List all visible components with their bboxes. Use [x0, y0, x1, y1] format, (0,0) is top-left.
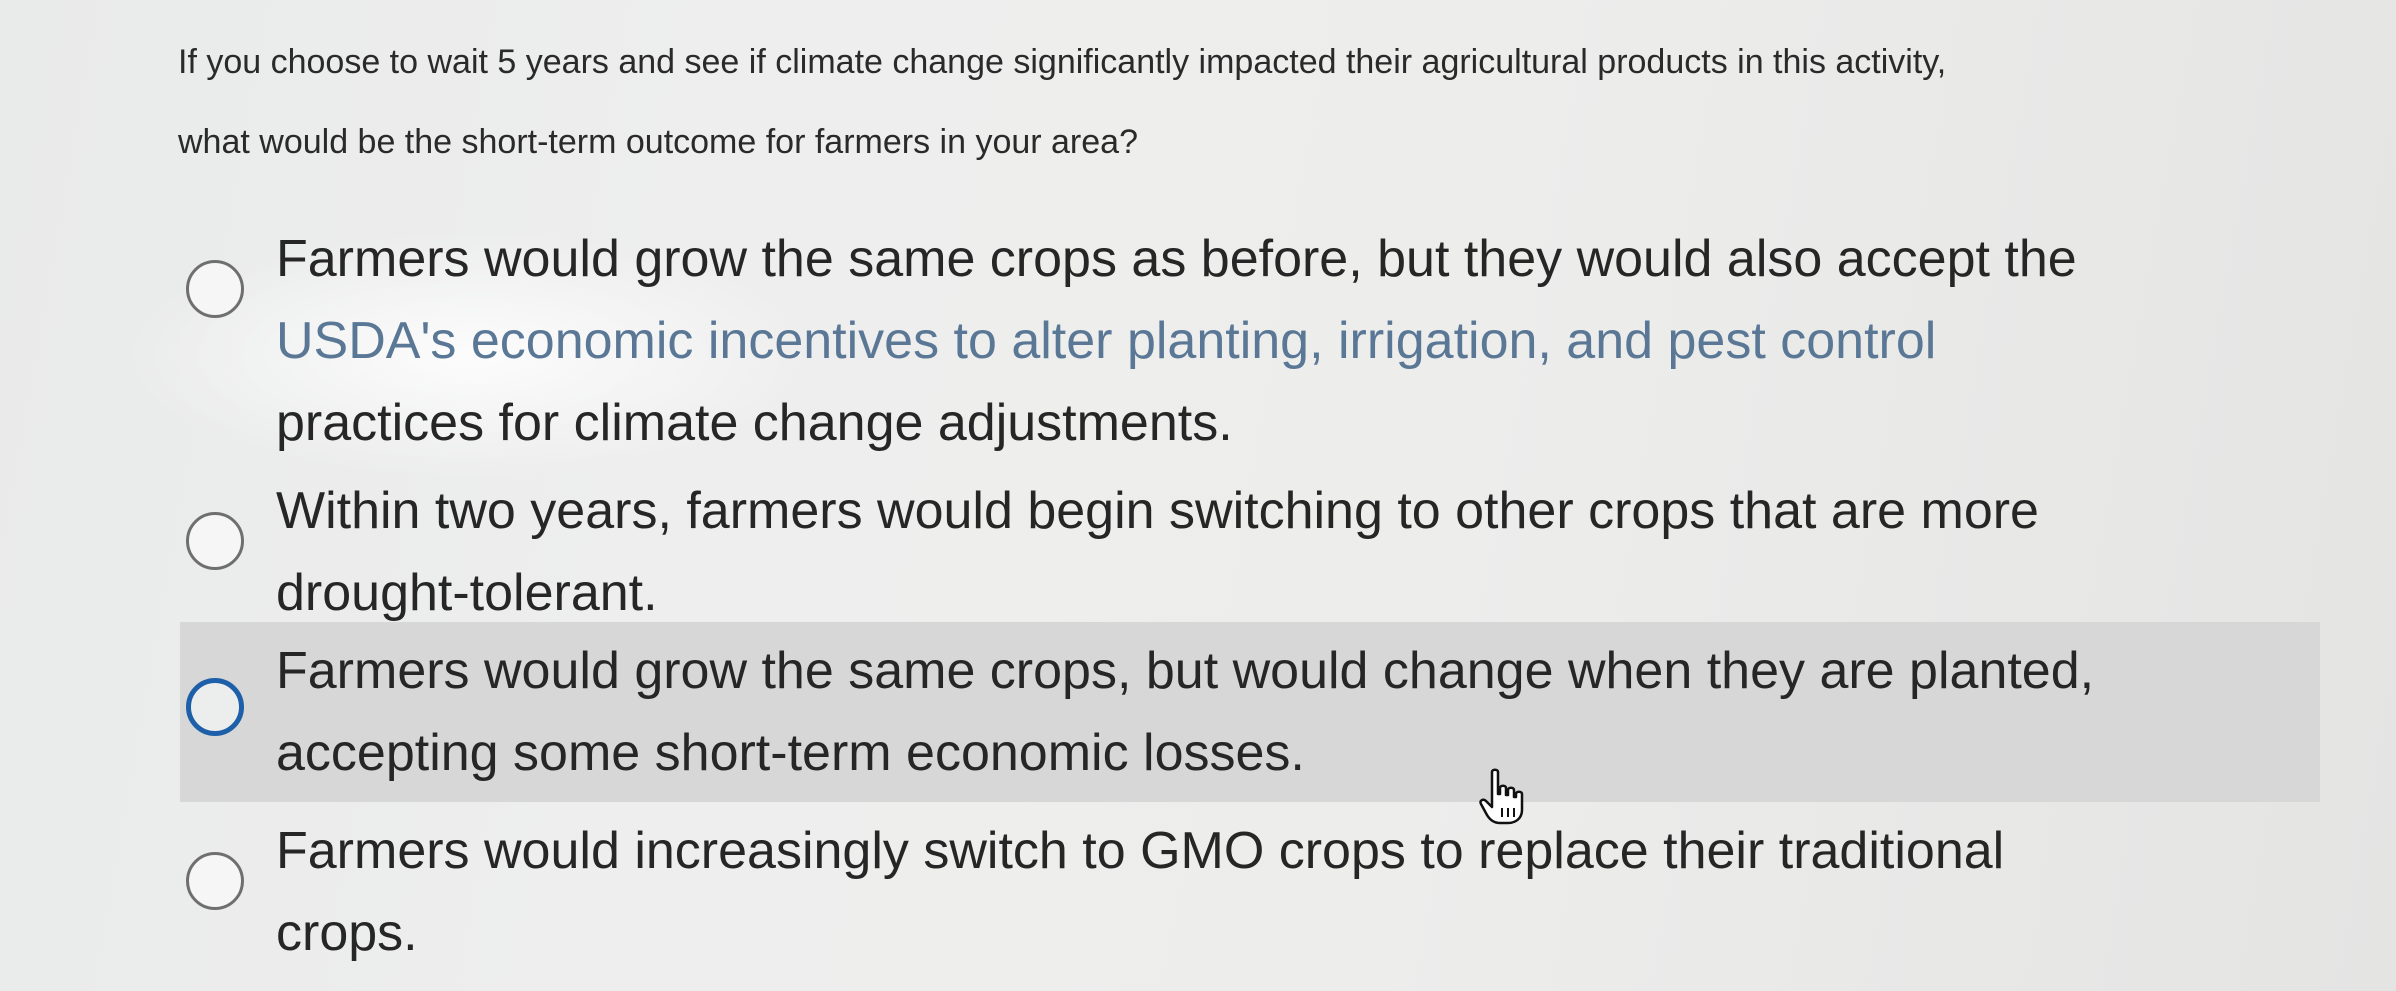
option-1-line-3: practices for climate change adjustments…: [276, 394, 1233, 452]
option-1-line-1: Farmers would grow the same crops as bef…: [276, 230, 2077, 288]
answer-option-4-label: Farmers would increasingly switch to GMO…: [276, 810, 2004, 974]
option-1-line-2: USDA's economic incentives to alter plan…: [276, 312, 1937, 370]
answer-option-3-label: Farmers would grow the same crops, but w…: [276, 630, 2094, 794]
radio-button-option-1[interactable]: [186, 260, 244, 318]
option-2-line-1: Within two years, farmers would begin sw…: [276, 482, 2039, 540]
answer-options: Farmers would grow the same crops as bef…: [0, 0, 2396, 991]
answer-option-1-label: Farmers would grow the same crops as bef…: [276, 218, 2077, 464]
hand-pointer-icon: [1479, 768, 1524, 825]
answer-option-4[interactable]: Farmers would increasingly switch to GMO…: [180, 810, 2320, 980]
option-4-line-1: Farmers would increasingly switch to GMO…: [276, 822, 2005, 880]
answer-option-1[interactable]: Farmers would grow the same crops as bef…: [180, 210, 2320, 460]
radio-button-option-2[interactable]: [186, 512, 244, 570]
option-3-line-1: Farmers would grow the same crops, but w…: [276, 642, 2095, 700]
answer-option-2[interactable]: Within two years, farmers would begin sw…: [180, 470, 2320, 630]
radio-button-option-4[interactable]: [186, 852, 244, 910]
answer-option-3[interactable]: Farmers would grow the same crops, but w…: [180, 622, 2320, 802]
radio-button-option-3[interactable]: [186, 678, 244, 736]
option-4-line-2: crops.: [276, 904, 418, 962]
option-3-line-2: accepting some short-term economic losse…: [276, 724, 1305, 782]
answer-option-2-label: Within two years, farmers would begin sw…: [276, 470, 2039, 634]
